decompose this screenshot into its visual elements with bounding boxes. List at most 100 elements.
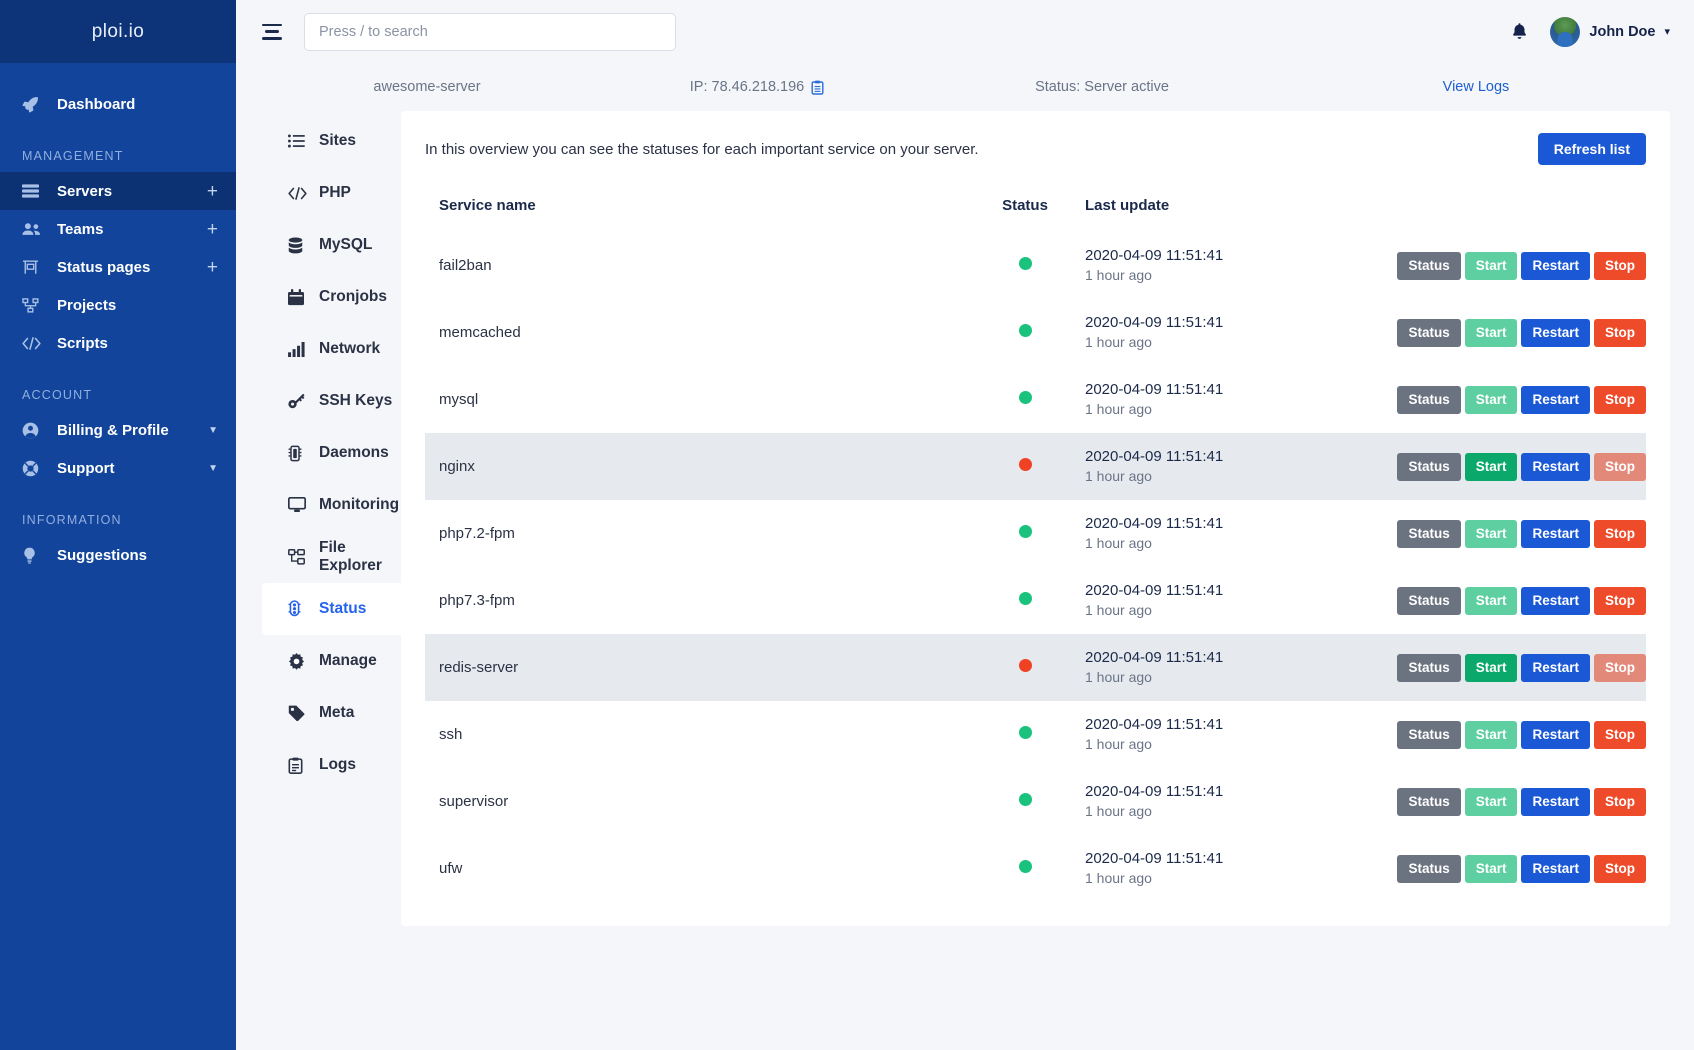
service-restart-button[interactable]: Restart [1521, 386, 1590, 414]
service-restart-button[interactable]: Restart [1521, 855, 1590, 883]
service-status-button[interactable]: Status [1397, 453, 1460, 481]
service-restart-button[interactable]: Restart [1521, 587, 1590, 615]
service-stop-button[interactable]: Stop [1594, 453, 1646, 481]
sidebar-item-projects[interactable]: Projects [0, 286, 236, 324]
sidebar-item-status-pages[interactable]: Status pages+ [0, 248, 236, 286]
status-dot-up [1019, 257, 1032, 270]
service-stop-button[interactable]: Stop [1594, 721, 1646, 749]
service-start-button[interactable]: Start [1465, 721, 1518, 749]
service-restart-button[interactable]: Restart [1521, 453, 1590, 481]
sidebar-item-suggestions[interactable]: Suggestions [0, 536, 236, 574]
service-start-button[interactable]: Start [1465, 788, 1518, 816]
service-restart-button[interactable]: Restart [1521, 319, 1590, 347]
sidebar-item-support[interactable]: Support▼ [0, 449, 236, 487]
user-menu[interactable]: John Doe ▾ [1550, 17, 1670, 47]
service-start-button[interactable]: Start [1465, 319, 1518, 347]
submenu-item-daemons[interactable]: Daemons [262, 427, 401, 479]
brand-logo[interactable]: ploi.io [0, 0, 236, 63]
sidebar-item-servers[interactable]: Servers+ [0, 172, 236, 210]
sidebar-item-dashboard[interactable]: Dashboard [0, 85, 236, 123]
last-update-timestamp: 2020-04-09 11:51:41 [1085, 581, 1385, 601]
submenu-item-ssh-keys[interactable]: SSH Keys [262, 375, 401, 427]
service-start-button[interactable]: Start [1465, 654, 1518, 682]
clipboard-icon[interactable] [811, 80, 824, 95]
cell-actions: StatusStartRestartStop [1385, 634, 1646, 701]
last-update-relative: 1 hour ago [1085, 333, 1385, 352]
refresh-list-button[interactable]: Refresh list [1538, 133, 1646, 165]
submenu-item-cronjobs[interactable]: Cronjobs [262, 271, 401, 323]
chevron-down-icon[interactable]: ▼ [208, 463, 218, 474]
add-icon[interactable]: + [207, 182, 218, 201]
last-update-relative: 1 hour ago [1085, 869, 1385, 888]
submenu-item-monitoring[interactable]: Monitoring [262, 479, 401, 531]
database-icon [288, 237, 308, 254]
service-start-button[interactable]: Start [1465, 587, 1518, 615]
service-status-button[interactable]: Status [1397, 319, 1460, 347]
column-header-status: Status [965, 175, 1085, 232]
submenu-item-logs[interactable]: Logs [262, 739, 401, 791]
service-restart-button[interactable]: Restart [1521, 520, 1590, 548]
service-start-button[interactable]: Start [1465, 855, 1518, 883]
service-restart-button[interactable]: Restart [1521, 721, 1590, 749]
service-restart-button[interactable]: Restart [1521, 654, 1590, 682]
service-status-button[interactable]: Status [1397, 721, 1460, 749]
service-status-button[interactable]: Status [1397, 252, 1460, 280]
service-start-button[interactable]: Start [1465, 520, 1518, 548]
bell-icon[interactable] [1511, 22, 1528, 41]
service-stop-button[interactable]: Stop [1594, 654, 1646, 682]
view-logs-link[interactable]: View Logs [1443, 79, 1510, 95]
key-icon [288, 393, 308, 409]
service-start-button[interactable]: Start [1465, 453, 1518, 481]
table-row: ssh2020-04-09 11:51:411 hour agoStatusSt… [425, 701, 1646, 768]
service-restart-button[interactable]: Restart [1521, 252, 1590, 280]
hamburger-icon[interactable] [262, 24, 282, 40]
code-icon [288, 187, 308, 200]
service-start-button[interactable]: Start [1465, 252, 1518, 280]
table-row: nginx2020-04-09 11:51:411 hour agoStatus… [425, 433, 1646, 500]
service-status-button[interactable]: Status [1397, 788, 1460, 816]
topbar: John Doe ▾ [236, 0, 1694, 63]
service-status-button[interactable]: Status [1397, 587, 1460, 615]
service-stop-button[interactable]: Stop [1594, 520, 1646, 548]
last-update-timestamp: 2020-04-09 11:51:41 [1085, 715, 1385, 735]
sidebar-item-scripts[interactable]: Scripts [0, 324, 236, 362]
service-stop-button[interactable]: Stop [1594, 587, 1646, 615]
table-row: supervisor2020-04-09 11:51:411 hour agoS… [425, 768, 1646, 835]
submenu-item-mysql[interactable]: MySQL [262, 219, 401, 271]
submenu-item-meta[interactable]: Meta [262, 687, 401, 739]
service-status-button[interactable]: Status [1397, 855, 1460, 883]
service-status-button[interactable]: Status [1397, 386, 1460, 414]
services-table: Service name Status Last update fail2ban… [425, 175, 1646, 902]
sidebar-item-teams[interactable]: Teams+ [0, 210, 236, 248]
submenu-item-status[interactable]: Status [262, 583, 401, 635]
service-status-button[interactable]: Status [1397, 654, 1460, 682]
user-circle-icon [22, 422, 44, 439]
service-stop-button[interactable]: Stop [1594, 855, 1646, 883]
status-card: In this overview you can see the statuse… [401, 111, 1670, 926]
sidebar-item-label: Support [57, 460, 208, 477]
sidebar-item-billing-profile[interactable]: Billing & Profile▼ [0, 411, 236, 449]
cell-actions: StatusStartRestartStop [1385, 701, 1646, 768]
chevron-down-icon[interactable]: ▼ [208, 425, 218, 436]
submenu-item-file-explorer[interactable]: File Explorer [262, 531, 401, 583]
service-stop-button[interactable]: Stop [1594, 319, 1646, 347]
submenu-item-label: SSH Keys [319, 392, 392, 410]
search-input[interactable] [304, 13, 676, 51]
calendar-icon [288, 289, 308, 306]
add-icon[interactable]: + [207, 258, 218, 277]
submenu-item-manage[interactable]: Manage [262, 635, 401, 687]
submenu-item-sites[interactable]: Sites [262, 115, 401, 167]
submenu-item-php[interactable]: PHP [262, 167, 401, 219]
service-status-button[interactable]: Status [1397, 520, 1460, 548]
service-stop-button[interactable]: Stop [1594, 386, 1646, 414]
service-start-button[interactable]: Start [1465, 386, 1518, 414]
cell-service-name: supervisor [425, 768, 965, 835]
service-stop-button[interactable]: Stop [1594, 788, 1646, 816]
add-icon[interactable]: + [207, 220, 218, 239]
table-row: php7.3-fpm2020-04-09 11:51:411 hour agoS… [425, 567, 1646, 634]
submenu-item-network[interactable]: Network [262, 323, 401, 375]
status-dot-up [1019, 592, 1032, 605]
last-update-timestamp: 2020-04-09 11:51:41 [1085, 514, 1385, 534]
service-restart-button[interactable]: Restart [1521, 788, 1590, 816]
service-stop-button[interactable]: Stop [1594, 252, 1646, 280]
